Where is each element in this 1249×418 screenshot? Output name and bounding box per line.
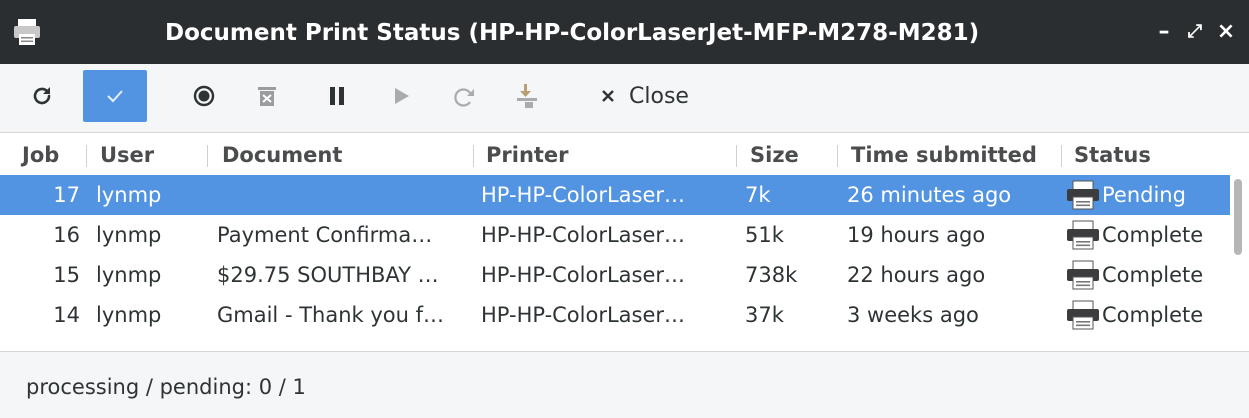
job-size: 51k xyxy=(745,223,784,247)
close-button-label: Close xyxy=(629,83,689,109)
record-icon xyxy=(193,85,215,107)
checkmark-icon xyxy=(107,90,123,103)
column-header-printer[interactable]: Printer xyxy=(486,141,569,169)
job-time-submitted: 26 minutes ago xyxy=(847,183,1012,207)
cancel-job-button[interactable] xyxy=(250,70,284,122)
column-divider[interactable] xyxy=(207,145,208,167)
job-id: 14 xyxy=(53,303,80,327)
refresh-icon xyxy=(33,87,51,105)
title-bar[interactable]: Document Print Status (HP-HP-ColorLaserJ… xyxy=(0,0,1249,64)
job-status-text: Complete xyxy=(1102,263,1204,287)
table-header: Job User Document Printer Size Time subm… xyxy=(0,133,1249,175)
show-completed-toggle[interactable] xyxy=(83,70,147,122)
minimize-button[interactable]: – xyxy=(1150,16,1178,48)
job-user: lynmp xyxy=(96,183,162,207)
job-status: Complete xyxy=(1066,215,1230,255)
column-header-size[interactable]: Size xyxy=(750,141,799,169)
move-printer-icon xyxy=(517,84,537,108)
job-table: Job User Document Printer Size Time subm… xyxy=(0,133,1249,352)
column-header-status[interactable]: Status xyxy=(1074,141,1151,169)
print-status-window: Document Print Status (HP-HP-ColorLaserJ… xyxy=(0,0,1249,418)
table-row[interactable]: 17 lynmp HP-HP-ColorLaser… 7k 26 minutes… xyxy=(0,175,1230,215)
processing-pending-count: processing / pending: 0 / 1 xyxy=(26,375,306,399)
table-row[interactable]: 14 lynmp Gmail - Thank you f… HP-HP-Colo… xyxy=(0,295,1230,335)
job-printer: HP-HP-ColorLaser… xyxy=(481,223,686,247)
job-time-submitted: 19 hours ago xyxy=(847,223,986,247)
job-printer: HP-HP-ColorLaser… xyxy=(481,183,686,207)
job-document: Payment Confirma… xyxy=(217,223,433,247)
close-button[interactable]: Close xyxy=(586,70,704,122)
resume-button[interactable] xyxy=(384,70,418,122)
job-user: lynmp xyxy=(96,223,162,247)
printer-status-icon xyxy=(1067,300,1099,330)
job-user: lynmp xyxy=(96,303,162,327)
pause-button[interactable] xyxy=(320,70,354,122)
column-divider[interactable] xyxy=(1061,145,1062,167)
job-id: 16 xyxy=(53,223,80,247)
job-status: Pending xyxy=(1066,175,1230,215)
column-divider[interactable] xyxy=(86,145,87,167)
printer-status-icon xyxy=(1067,180,1099,210)
job-size: 37k xyxy=(745,303,784,327)
job-status: Complete xyxy=(1066,255,1230,295)
printer-status-icon xyxy=(1067,220,1099,250)
close-window-button[interactable]: × xyxy=(1212,16,1240,48)
job-id: 17 xyxy=(53,183,80,207)
printer-status-icon xyxy=(1067,260,1099,290)
job-time-submitted: 3 weeks ago xyxy=(847,303,979,327)
maximize-button[interactable]: ⤢ xyxy=(1181,16,1209,48)
job-status-text: Complete xyxy=(1102,303,1204,327)
column-divider[interactable] xyxy=(837,145,838,167)
job-printer: HP-HP-ColorLaser… xyxy=(481,303,686,327)
job-status-text: Pending xyxy=(1102,183,1186,207)
column-header-user[interactable]: User xyxy=(100,141,154,169)
column-divider[interactable] xyxy=(736,145,737,167)
play-icon xyxy=(395,88,409,104)
job-status-text: Complete xyxy=(1102,223,1204,247)
scrollbar-thumb[interactable] xyxy=(1234,179,1242,255)
job-user: lynmp xyxy=(96,263,162,287)
close-icon xyxy=(602,90,614,102)
job-printer: HP-HP-ColorLaser… xyxy=(481,263,686,287)
job-document xyxy=(217,175,477,215)
table-row[interactable]: 15 lynmp $29.75 SOUTHBAY … HP-HP-ColorLa… xyxy=(0,255,1230,295)
move-job-button[interactable] xyxy=(510,70,544,122)
job-size: 738k xyxy=(745,263,798,287)
refresh-button[interactable] xyxy=(22,70,62,122)
hold-button[interactable] xyxy=(186,70,222,122)
status-bar: processing / pending: 0 / 1 xyxy=(0,352,1249,418)
reprint-button[interactable] xyxy=(447,70,481,122)
job-document: $29.75 SOUTHBAY … xyxy=(217,263,439,287)
column-divider[interactable] xyxy=(473,145,474,167)
job-status: Complete xyxy=(1066,295,1230,335)
table-row[interactable]: 16 lynmp Payment Confirma… HP-HP-ColorLa… xyxy=(0,215,1230,255)
column-header-document[interactable]: Document xyxy=(222,141,342,169)
column-header-time-submitted[interactable]: Time submitted xyxy=(851,141,1037,169)
job-id: 15 xyxy=(53,263,80,287)
pause-icon xyxy=(330,87,344,105)
trash-icon xyxy=(258,87,276,106)
column-header-job[interactable]: Job xyxy=(22,141,59,169)
toolbar: Close xyxy=(0,64,1249,133)
job-time-submitted: 22 hours ago xyxy=(847,263,986,287)
vertical-scrollbar[interactable] xyxy=(1232,179,1242,339)
window-title: Document Print Status (HP-HP-ColorLaserJ… xyxy=(165,20,980,46)
job-document: Gmail - Thank you f… xyxy=(217,303,445,327)
job-size: 7k xyxy=(745,183,771,207)
printer-app-icon xyxy=(14,19,40,45)
redo-icon xyxy=(454,88,474,107)
